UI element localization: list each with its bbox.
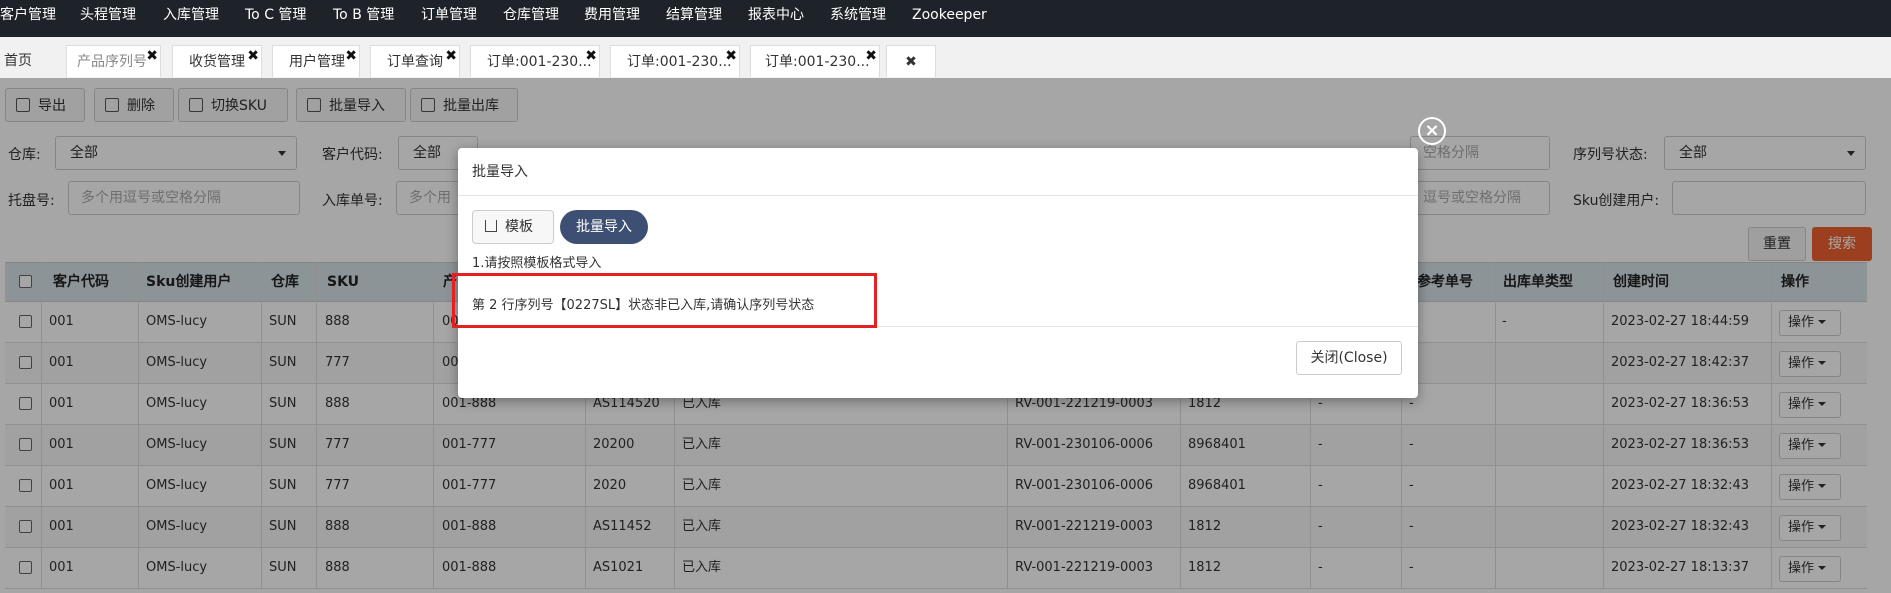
error-highlight-box [452, 273, 877, 328]
nav-inbound[interactable]: 入库管理 [163, 0, 219, 37]
tab-order-2[interactable]: 订单:001-230... ✖ [610, 45, 740, 77]
close-all-tabs-button[interactable]: ✖ [886, 45, 936, 77]
nav-zookeeper[interactable]: Zookeeper [912, 0, 987, 37]
close-icon[interactable]: ✖ [146, 46, 158, 72]
tab-receiving[interactable]: 收货管理 ✖ [172, 45, 262, 77]
download-icon [485, 220, 497, 232]
tab-order-1[interactable]: 订单:001-230... ✖ [470, 45, 600, 77]
nav-tob[interactable]: To B 管理 [333, 0, 394, 37]
nav-customer[interactable]: 客户管理 [0, 0, 56, 37]
tab-order-query[interactable]: 订单查询 ✖ [370, 45, 460, 77]
close-icon: ✖ [905, 54, 917, 70]
top-nav: 客户管理 头程管理 入库管理 To C 管理 To B 管理 订单管理 仓库管理… [0, 0, 1891, 37]
nav-warehouse[interactable]: 仓库管理 [503, 0, 559, 37]
close-icon[interactable]: ✖ [585, 46, 597, 72]
close-button[interactable]: 关闭(Close) [1296, 341, 1402, 375]
modal-close-icon[interactable]: × [1418, 117, 1446, 145]
nav-order[interactable]: 订单管理 [421, 0, 477, 37]
tab-user[interactable]: 用户管理 ✖ [272, 45, 360, 77]
nav-report[interactable]: 报表中心 [748, 0, 804, 37]
tab-product-serial[interactable]: 产品序列号 ✖ [66, 45, 161, 77]
close-icon[interactable]: ✖ [865, 46, 877, 72]
import-instruction: 1.请按照模板格式导入 [472, 256, 602, 271]
close-icon[interactable]: ✖ [725, 46, 737, 72]
template-download-button[interactable]: 模板 [472, 210, 554, 244]
nav-system[interactable]: 系统管理 [830, 0, 886, 37]
close-icon[interactable]: ✖ [247, 46, 259, 72]
nav-toc[interactable]: To C 管理 [245, 0, 306, 37]
nav-fee[interactable]: 费用管理 [584, 0, 640, 37]
close-icon[interactable]: ✖ [345, 46, 357, 72]
close-icon[interactable]: ✖ [445, 46, 457, 72]
tab-home[interactable]: 首页 [0, 45, 50, 77]
dialog-footer [458, 326, 1418, 398]
nav-settlement[interactable]: 结算管理 [666, 0, 722, 37]
dialog-title: 批量导入 [458, 148, 1418, 196]
nav-first-leg[interactable]: 头程管理 [80, 0, 136, 37]
tab-bar: 首页 产品序列号 ✖ 收货管理 ✖ 用户管理 ✖ 订单查询 ✖ 订单:001-230..… [0, 37, 1891, 79]
batch-import-upload-button[interactable]: 批量导入 [560, 210, 648, 244]
tab-order-3[interactable]: 订单:001-230... ✖ [750, 45, 880, 77]
